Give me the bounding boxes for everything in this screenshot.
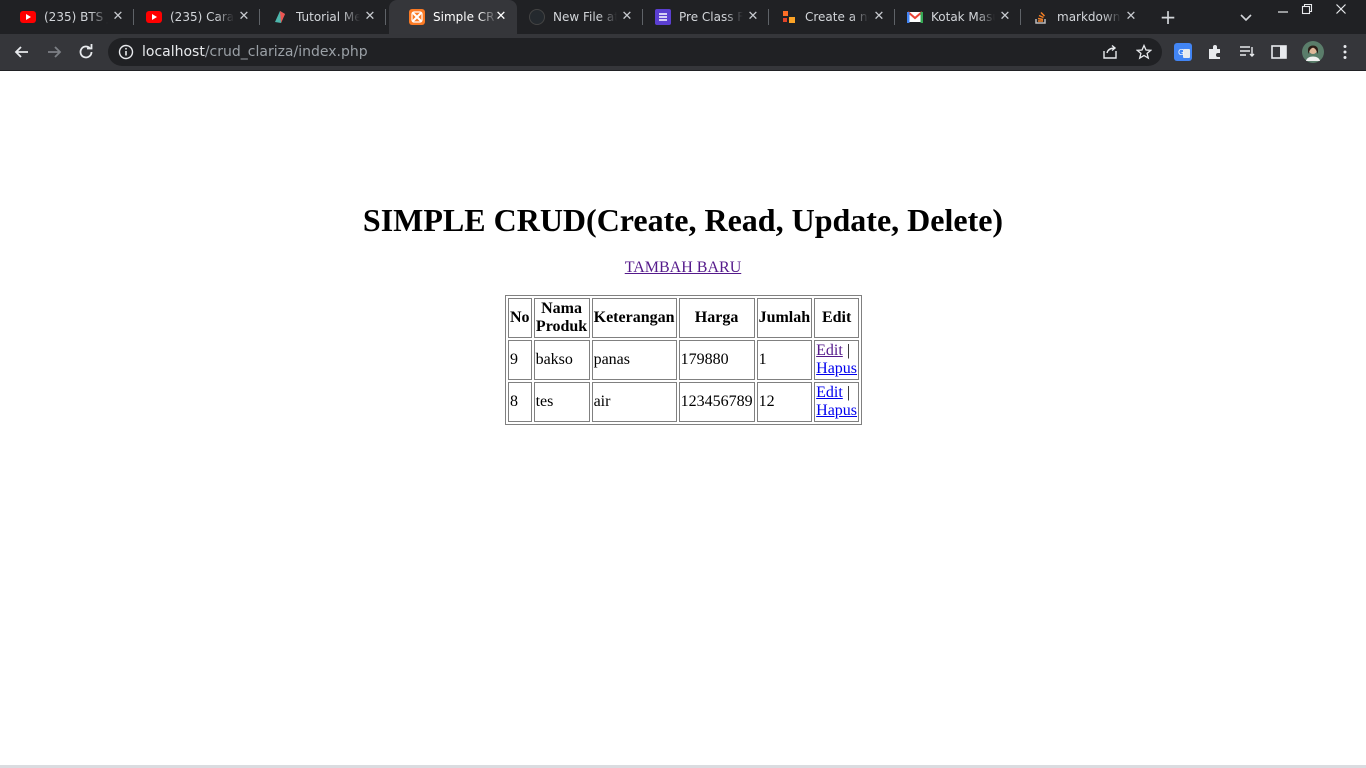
translate-extension-icon[interactable]: G — [1174, 43, 1192, 61]
cell-jumlah: 1 — [756, 340, 813, 380]
delete-link[interactable]: Hapus — [816, 360, 857, 377]
cell-nama: tes — [533, 382, 590, 422]
table-row: 8 tes air 123456789 12 Edit | Hapus — [508, 382, 860, 422]
svg-text:G: G — [1178, 48, 1184, 57]
cell-actions: Edit | Hapus — [814, 340, 860, 380]
browser-toolbar: localhost/crud_clariza/index.php G — [0, 34, 1366, 71]
col-header-edit: Edit — [814, 298, 860, 338]
cell-keterangan: air — [591, 382, 677, 422]
youtube-icon — [146, 9, 162, 25]
tab-title: New File at — [553, 10, 617, 24]
cell-harga: 123456789 — [678, 382, 755, 422]
tab-title: Create a ne — [805, 10, 869, 24]
cell-no: 8 — [508, 382, 532, 422]
cell-jumlah: 12 — [756, 382, 813, 422]
url-path: /crud_clariza/index.php — [204, 44, 368, 60]
more-menu-icon[interactable] — [1336, 43, 1354, 61]
site-info-icon[interactable] — [118, 44, 134, 60]
reading-list-icon[interactable] — [1238, 43, 1256, 61]
col-header-harga: Harga — [678, 298, 755, 338]
tab-title: (235) Cara M — [170, 10, 234, 24]
browser-tab[interactable]: New File at ✕ — [517, 0, 643, 34]
cell-no: 9 — [508, 340, 532, 380]
extensions-puzzle-icon[interactable] — [1206, 43, 1224, 61]
col-header-jumlah: Jumlah — [756, 298, 813, 338]
url-host: localhost — [142, 44, 205, 60]
forward-arrow-icon[interactable] — [42, 40, 66, 64]
browser-tab[interactable]: Pre Class Fu ✕ — [643, 0, 769, 34]
tab-divider — [385, 9, 386, 25]
product-table: No Nama Produk Keterangan Harga Jumlah Ed… — [505, 295, 863, 425]
tab-title: Simple CRU — [433, 10, 497, 24]
notes-app-icon — [655, 9, 671, 25]
address-bar[interactable]: localhost/crud_clariza/index.php — [108, 38, 1162, 66]
delete-link[interactable]: Hapus — [816, 402, 857, 419]
close-tab-icon[interactable]: ✕ — [1123, 9, 1139, 25]
close-tab-icon[interactable]: ✕ — [236, 9, 252, 25]
profile-avatar-icon[interactable] — [1302, 41, 1324, 63]
browser-tab[interactable]: markdown ✕ — [1021, 0, 1147, 34]
github-icon — [529, 9, 545, 25]
col-header-keterangan: Keterangan — [591, 298, 677, 338]
table-header-row: No Nama Produk Keterangan Harga Jumlah Ed… — [508, 298, 860, 338]
back-arrow-icon[interactable] — [10, 40, 34, 64]
add-new-container: TAMBAH BARU — [0, 258, 1366, 278]
xampp-icon — [409, 9, 425, 25]
restore-icon[interactable] — [1292, 0, 1322, 18]
gitlab-icon — [781, 9, 797, 25]
side-panel-icon[interactable] — [1270, 43, 1288, 61]
close-window-icon[interactable] — [1326, 0, 1356, 18]
edit-link[interactable]: Edit — [816, 342, 843, 359]
share-icon[interactable] — [1102, 44, 1118, 60]
new-tab-plus-icon[interactable]: + — [1158, 7, 1178, 27]
edit-link[interactable]: Edit — [816, 384, 843, 401]
browser-tab-active[interactable]: Simple CRU ✕ — [389, 0, 517, 34]
add-new-link[interactable]: TAMBAH BARU — [625, 259, 742, 276]
browser-tab[interactable]: Create a ne ✕ — [769, 0, 895, 34]
tab-search-chevron-icon[interactable] — [1238, 9, 1254, 25]
action-separator: | — [846, 342, 851, 359]
tab-title: markdown — [1057, 10, 1121, 24]
gmail-icon — [907, 9, 923, 25]
col-header-nama-produk: Nama Produk — [533, 298, 590, 338]
action-separator: | — [846, 384, 851, 401]
close-tab-icon[interactable]: ✕ — [997, 9, 1013, 25]
browser-tab[interactable]: (235) BTS Ju ✕ — [0, 0, 134, 34]
close-tab-icon[interactable]: ✕ — [619, 9, 635, 25]
tab-title: Tutorial Mer — [296, 10, 360, 24]
tab-title: Kotak Masu — [931, 10, 995, 24]
close-tab-icon[interactable]: ✕ — [871, 9, 887, 25]
page-content: SIMPLE CRUD(Create, Read, Update, Delete… — [0, 71, 1366, 768]
cell-keterangan: panas — [591, 340, 677, 380]
browser-tab[interactable]: Tutorial Mer ✕ — [252, 0, 386, 34]
col-header-no: No — [508, 298, 532, 338]
browser-tab[interactable]: (235) Cara M ✕ — [126, 0, 260, 34]
tab-title: (235) BTS Ju — [44, 10, 108, 24]
tab-title: Pre Class Fu — [679, 10, 743, 24]
close-tab-icon[interactable]: ✕ — [493, 9, 509, 25]
cell-actions: Edit | Hapus — [814, 382, 860, 422]
col-header-nama-line2: Produk — [535, 318, 588, 335]
page-title: SIMPLE CRUD(Create, Read, Update, Delete… — [362, 202, 1004, 238]
url-text[interactable]: localhost/crud_clariza/index.php — [142, 44, 368, 60]
col-header-nama-line1: Nama — [541, 300, 582, 317]
reload-icon[interactable] — [74, 40, 98, 64]
tab-strip: (235) BTS Ju ✕ (235) Cara M ✕ Tutorial M… — [0, 0, 1366, 34]
bookmark-star-icon[interactable] — [1135, 43, 1153, 60]
close-tab-icon[interactable]: ✕ — [745, 9, 761, 25]
close-tab-icon[interactable]: ✕ — [110, 9, 126, 25]
stackoverflow-icon — [1033, 9, 1049, 25]
cell-harga: 179880 — [678, 340, 755, 380]
cell-nama: bakso — [533, 340, 590, 380]
close-tab-icon[interactable]: ✕ — [362, 9, 378, 25]
table-row: 9 bakso panas 179880 1 Edit | Hapus — [508, 340, 860, 380]
tutorial-site-icon — [272, 9, 288, 25]
browser-tab[interactable]: Kotak Masu ✕ — [895, 0, 1021, 34]
youtube-icon — [20, 9, 36, 25]
